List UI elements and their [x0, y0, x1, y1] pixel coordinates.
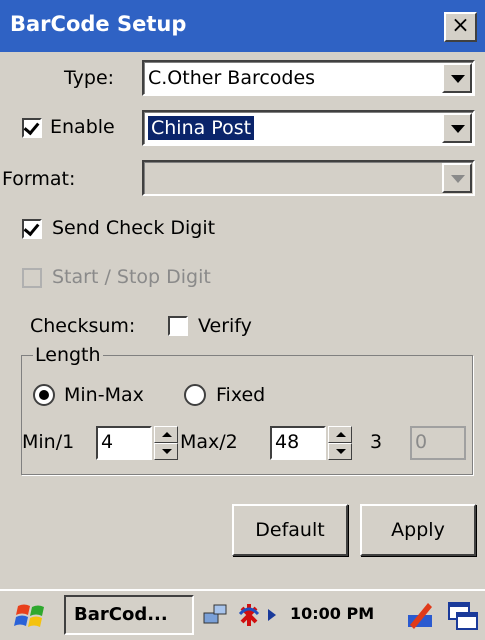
clock[interactable]: 10:00 PM	[290, 604, 374, 623]
format-select[interactable]	[142, 160, 475, 196]
max-length-input[interactable]: 48	[270, 426, 326, 460]
third-length-input[interactable]: 0	[410, 426, 466, 460]
enable-label: Enable	[50, 116, 115, 138]
chevron-down-icon[interactable]	[442, 63, 472, 93]
verify-label: Verify	[198, 315, 252, 337]
symbology-value: China Post	[148, 116, 255, 140]
type-label: Type:	[64, 67, 115, 89]
close-button[interactable]: ×	[444, 12, 477, 42]
verify-checkbox[interactable]	[168, 316, 188, 336]
input-panel-icon[interactable]	[404, 599, 436, 631]
third-length-label: 3	[370, 431, 383, 453]
send-check-digit-checkbox[interactable]	[22, 219, 42, 239]
enable-checkbox[interactable]	[22, 118, 42, 138]
window-title: BarCode Setup	[10, 12, 187, 36]
min-max-label: Min-Max	[64, 384, 144, 406]
length-group-label: Length	[33, 343, 103, 367]
max-label: Max/2	[180, 431, 238, 453]
fixed-radio[interactable]	[184, 384, 206, 406]
signal-disconnected-icon[interactable]	[234, 600, 264, 630]
start-stop-digit-checkbox[interactable]	[22, 268, 42, 288]
fixed-label: Fixed	[216, 384, 266, 406]
chevron-down-icon	[442, 163, 472, 193]
third-length-value: 0	[415, 431, 428, 453]
min-length-value: 4	[101, 431, 114, 453]
type-select[interactable]: C.Other Barcodes	[142, 60, 475, 96]
apply-button[interactable]: Apply	[360, 504, 476, 556]
min-length-input[interactable]: 4	[96, 426, 152, 460]
start-windows-icon[interactable]	[14, 600, 50, 632]
send-check-digit-label: Send Check Digit	[52, 217, 216, 239]
spin-up-icon[interactable]	[154, 426, 178, 443]
switch-window-icon[interactable]	[447, 601, 479, 631]
max-length-value: 48	[275, 431, 300, 453]
play-arrow-icon	[266, 606, 278, 624]
length-group	[21, 355, 473, 475]
symbology-select[interactable]: China Post	[142, 110, 475, 146]
network-icon[interactable]	[202, 601, 230, 629]
min-length-spinner[interactable]	[154, 426, 178, 460]
spin-down-icon[interactable]	[154, 443, 178, 460]
taskbar-app-button[interactable]: BarCod...	[64, 595, 194, 635]
spin-up-icon[interactable]	[328, 426, 352, 443]
checksum-label: Checksum:	[30, 315, 136, 337]
default-button[interactable]: Default	[232, 504, 348, 556]
start-stop-digit-label: Start / Stop Digit	[52, 266, 211, 288]
chevron-down-icon[interactable]	[442, 113, 472, 143]
spin-down-icon[interactable]	[328, 443, 352, 460]
min-label: Min/1	[22, 431, 75, 453]
min-max-radio[interactable]	[33, 384, 55, 406]
format-label: Format:	[2, 168, 76, 190]
type-value: C.Other Barcodes	[148, 67, 316, 89]
max-length-spinner[interactable]	[328, 426, 352, 460]
